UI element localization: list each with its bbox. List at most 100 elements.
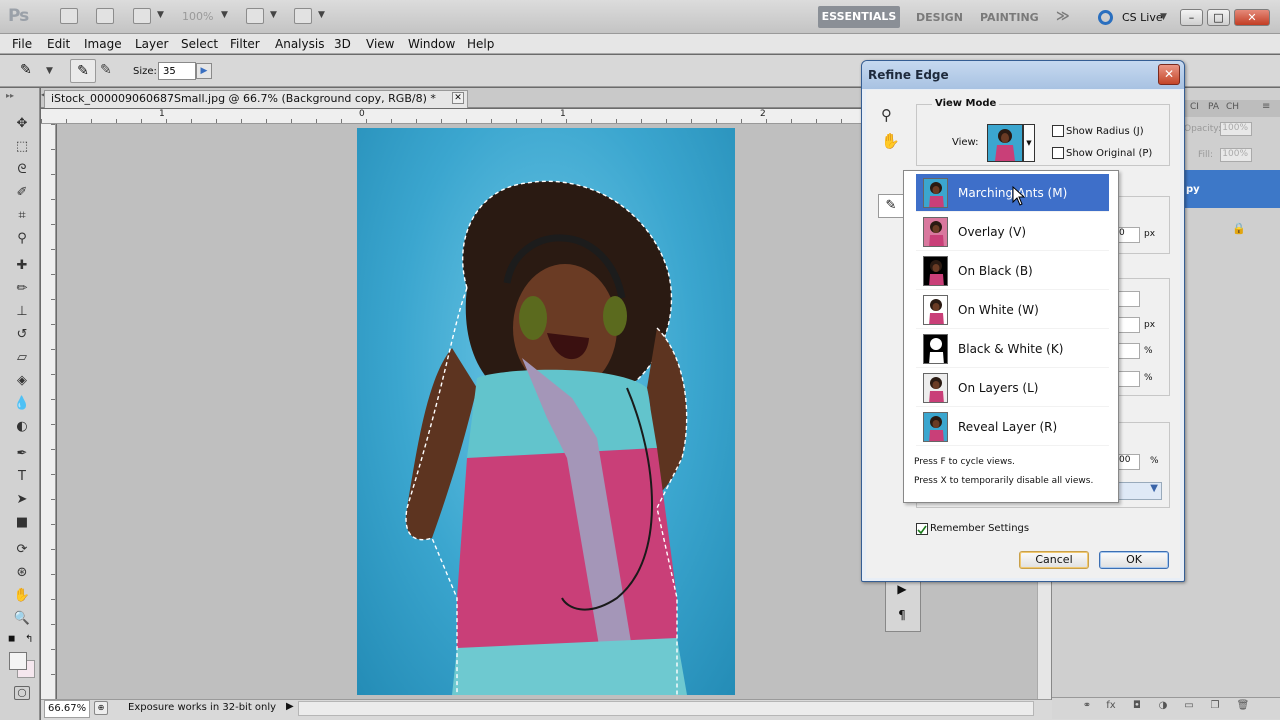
menu-3d[interactable]: 3D bbox=[334, 37, 351, 51]
layer-style-icon[interactable]: fx bbox=[1104, 700, 1118, 714]
panel-tab[interactable]: CI bbox=[1190, 102, 1199, 112]
lasso-tool-icon[interactable]: ᘓ bbox=[12, 160, 32, 180]
refine-radius-tool-icon[interactable]: ✎ bbox=[70, 59, 96, 83]
eyedropper-tool-icon[interactable]: ⚲ bbox=[12, 229, 32, 249]
menu-analysis[interactable]: Analysis bbox=[275, 37, 324, 51]
cancel-button[interactable]: Cancel bbox=[1019, 551, 1089, 569]
new-layer-icon[interactable]: ❐ bbox=[1208, 700, 1222, 714]
photo-canvas[interactable] bbox=[357, 128, 735, 695]
hand-tool-icon[interactable]: ✋ bbox=[881, 132, 900, 150]
move-tool-icon[interactable]: ✥ bbox=[12, 114, 32, 134]
show-original-checkbox[interactable] bbox=[1052, 147, 1064, 159]
clone-stamp-tool-icon[interactable]: ⊥ bbox=[12, 302, 32, 322]
swap-colors-icon[interactable]: ↰ bbox=[25, 634, 33, 645]
hand-tool-icon[interactable]: ✋ bbox=[12, 586, 32, 606]
close-document-icon[interactable]: ✕ bbox=[452, 92, 464, 104]
3d-rotate-tool-icon[interactable]: ⟳ bbox=[12, 540, 32, 560]
new-group-icon[interactable]: ▭ bbox=[1182, 700, 1196, 714]
link-layers-icon[interactable]: ⚭ bbox=[1080, 700, 1094, 714]
view-option-on-white[interactable]: On White (W) bbox=[916, 291, 1109, 329]
output-to-dropdown-arrow-icon[interactable]: ▼ bbox=[1118, 482, 1162, 500]
view-extras-icon[interactable] bbox=[133, 8, 151, 24]
menu-window[interactable]: Window bbox=[408, 37, 455, 51]
remember-settings-checkbox[interactable] bbox=[916, 523, 928, 535]
show-original-label[interactable]: Show Original (P) bbox=[1066, 148, 1152, 159]
view-option-reveal-layer[interactable]: Reveal Layer (R) bbox=[916, 408, 1109, 446]
actions-play-icon[interactable]: ▶ bbox=[893, 580, 911, 598]
menu-file[interactable]: File bbox=[12, 37, 32, 51]
3d-orbit-tool-icon[interactable]: ⊛ bbox=[12, 563, 32, 583]
view-thumbnail[interactable] bbox=[987, 124, 1023, 162]
contrast-field[interactable] bbox=[1118, 343, 1140, 359]
status-info-icon[interactable]: ⊕ bbox=[94, 701, 108, 715]
erase-refinements-tool-icon[interactable]: ✎ bbox=[100, 62, 112, 78]
menu-filter[interactable]: Filter bbox=[230, 37, 260, 51]
size-stepper-arrow-icon[interactable]: ▶ bbox=[196, 63, 212, 79]
zoom-arrow-icon[interactable]: ▼ bbox=[221, 10, 228, 20]
smooth-field[interactable] bbox=[1118, 291, 1140, 307]
show-radius-checkbox[interactable] bbox=[1052, 125, 1064, 137]
opacity-field[interactable]: 100% bbox=[1220, 122, 1252, 136]
layer-row-selected[interactable]: py bbox=[1184, 170, 1280, 208]
menu-layer[interactable]: Layer bbox=[135, 37, 168, 51]
dialog-close-button[interactable]: ✕ bbox=[1158, 64, 1180, 85]
brush-tool-icon[interactable]: ✏ bbox=[12, 279, 32, 299]
crop-tool-icon[interactable]: ⌗ bbox=[12, 206, 32, 226]
panel-menu-icon[interactable]: ≡ bbox=[1262, 101, 1270, 112]
view-extras-arrow-icon[interactable]: ▼ bbox=[157, 10, 164, 20]
tools-collapse-icon[interactable]: ▸▸ bbox=[6, 91, 14, 100]
panel-tab[interactable]: CH bbox=[1226, 102, 1239, 112]
foreground-color-swatch[interactable] bbox=[9, 652, 27, 670]
healing-brush-tool-icon[interactable]: ✚ bbox=[12, 256, 32, 276]
shift-edge-field[interactable] bbox=[1118, 371, 1140, 387]
history-brush-tool-icon[interactable]: ↺ bbox=[12, 325, 32, 345]
menu-help[interactable]: Help bbox=[467, 37, 494, 51]
remember-settings-label[interactable]: Remember Settings bbox=[930, 523, 1029, 534]
zoom-tool-icon[interactable]: 🔍 bbox=[12, 609, 32, 629]
ok-button[interactable]: OK bbox=[1099, 551, 1169, 569]
delete-layer-icon[interactable]: 🗑 bbox=[1236, 700, 1250, 714]
feather-field[interactable] bbox=[1118, 317, 1140, 333]
cs-live-arrow-icon[interactable]: ▼ bbox=[1160, 12, 1167, 22]
document-tab[interactable]: iStock_000009060687Small.jpg @ 66.7% (Ba… bbox=[44, 90, 468, 108]
paragraph-icon[interactable]: ¶ bbox=[893, 606, 911, 624]
status-menu-arrow-icon[interactable]: ▶ bbox=[286, 701, 294, 712]
bridge-icon[interactable] bbox=[60, 8, 78, 24]
arrange-documents-icon[interactable] bbox=[246, 8, 264, 24]
view-dropdown-arrow-icon[interactable]: ▼ bbox=[1023, 124, 1035, 162]
layer-mask-icon[interactable]: ◘ bbox=[1130, 700, 1144, 714]
more-workspaces-icon[interactable]: ≫ bbox=[1056, 9, 1070, 24]
default-colors-icon[interactable]: ◼ bbox=[8, 634, 15, 644]
menu-image[interactable]: Image bbox=[84, 37, 122, 51]
amount-field[interactable]: 00 bbox=[1118, 454, 1140, 470]
zoom-tool-icon[interactable]: ⚲ bbox=[881, 106, 892, 124]
view-option-on-layers[interactable]: On Layers (L) bbox=[916, 369, 1109, 407]
fill-field[interactable]: 100% bbox=[1220, 148, 1252, 162]
zoom-percentage-field[interactable]: 66.67% bbox=[44, 700, 90, 718]
screen-mode-arrow-icon[interactable]: ▼ bbox=[318, 10, 325, 20]
menu-edit[interactable]: Edit bbox=[47, 37, 70, 51]
workspace-painting[interactable]: PAINTING bbox=[980, 11, 1039, 24]
marquee-tool-icon[interactable]: ⬚ bbox=[12, 137, 32, 157]
dodge-tool-icon[interactable]: ◐ bbox=[12, 417, 32, 437]
maximize-button[interactable]: □ bbox=[1207, 9, 1230, 26]
arrange-arrow-icon[interactable]: ▼ bbox=[270, 10, 277, 20]
path-selection-tool-icon[interactable]: ➤ bbox=[12, 490, 32, 510]
screen-mode-icon[interactable] bbox=[294, 8, 312, 24]
horizontal-scrollbar[interactable] bbox=[298, 701, 1034, 716]
cs-live-button[interactable]: CS Live bbox=[1122, 11, 1163, 24]
tool-preset-brush-icon[interactable]: ✎ bbox=[20, 62, 32, 78]
view-option-overlay[interactable]: Overlay (V) bbox=[916, 213, 1109, 251]
size-input[interactable] bbox=[158, 62, 196, 80]
workspace-essentials[interactable]: ESSENTIALS bbox=[818, 6, 900, 28]
blur-tool-icon[interactable]: 💧 bbox=[12, 394, 32, 414]
paint-bucket-tool-icon[interactable]: ◈ bbox=[12, 371, 32, 391]
adjustment-layer-icon[interactable]: ◑ bbox=[1156, 700, 1170, 714]
rectangle-tool-icon[interactable]: ■ bbox=[12, 513, 32, 533]
refine-radius-brush-icon[interactable]: ✎ bbox=[878, 194, 904, 218]
eraser-tool-icon[interactable]: ▱ bbox=[12, 348, 32, 368]
radius-field[interactable]: 0 bbox=[1118, 227, 1140, 243]
type-tool-icon[interactable]: T bbox=[12, 467, 32, 487]
tool-preset-arrow-icon[interactable]: ▼ bbox=[46, 66, 53, 76]
cs-live-icon[interactable] bbox=[1098, 10, 1113, 25]
